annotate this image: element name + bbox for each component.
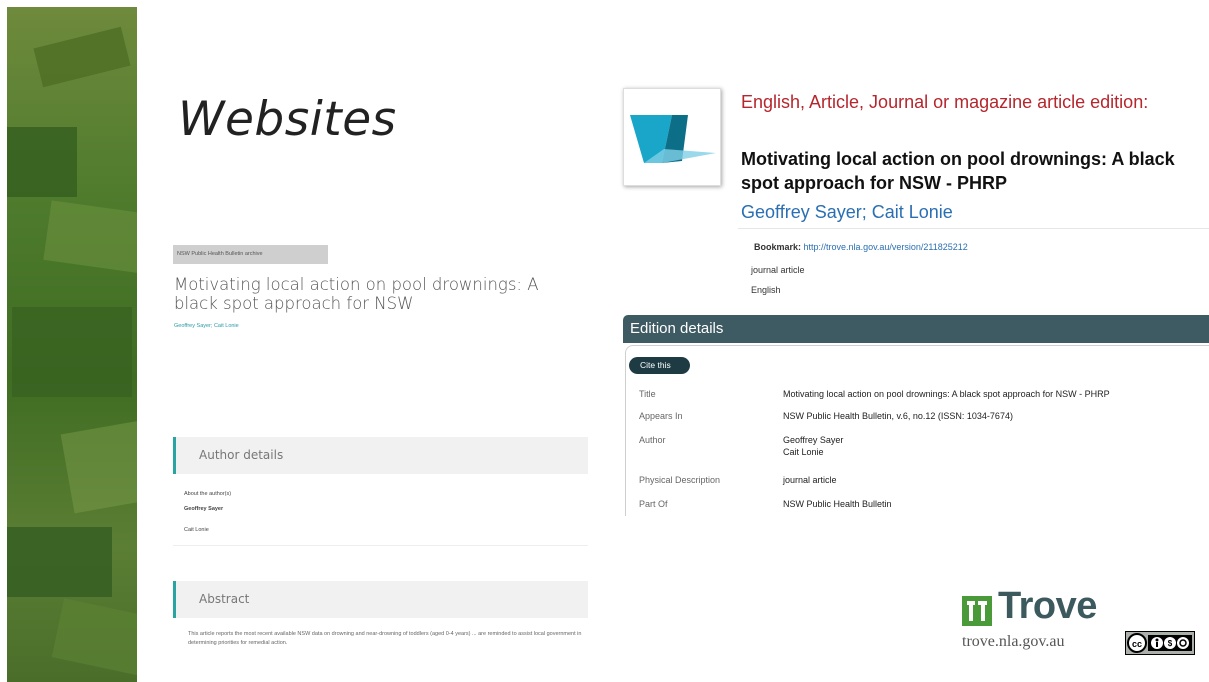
decorative-photo-strip (7, 7, 137, 682)
author-name-1: Geoffrey Sayer (184, 506, 224, 512)
article-format-thumbnail (623, 88, 721, 186)
edition-details-header[interactable]: Edition details (623, 315, 1209, 343)
author-details-heading: Author details (199, 448, 284, 462)
author-name-2: Cait Lonie (184, 527, 209, 533)
article-title: Motivating local action on pool drowning… (174, 275, 539, 313)
detail-label-author: Author (639, 435, 666, 445)
detail-value-physical: journal article (783, 475, 837, 485)
author-details-panel[interactable]: Author details (173, 437, 588, 474)
detail-value-part-of[interactable]: NSW Public Health Bulletin (783, 499, 892, 510)
divider (173, 545, 588, 546)
record-type: journal article (751, 265, 805, 275)
svg-text:$: $ (1168, 639, 1173, 648)
edition-details-heading: Edition details (630, 320, 724, 337)
bookmark-label: Bookmark: (754, 242, 802, 252)
abstract-heading: Abstract (199, 592, 250, 606)
cite-this-button[interactable]: Cite this (629, 357, 690, 374)
record-format-line: English, Article, Journal or magazine ar… (741, 92, 1149, 112)
abstract-panel[interactable]: Abstract (173, 581, 588, 618)
slide-title: Websites (178, 92, 397, 147)
detail-value-appears-in[interactable]: NSW Public Health Bulletin, v.6, no.12 (… (783, 411, 1013, 422)
trove-logo-wordmark: Trove (998, 585, 1097, 627)
record-title: Motivating local action on pool drowning… (741, 149, 1175, 193)
detail-value-title: Motivating local action on pool drowning… (783, 389, 1110, 399)
cc-by-nc-sa-icon: cc $ (1125, 631, 1195, 655)
svg-text:cc: cc (1132, 639, 1142, 649)
article-authors-link[interactable]: Geoffrey Sayer; Cait Lonie (174, 323, 239, 329)
detail-label-appears-in: Appears In (639, 411, 683, 421)
article-icon (630, 115, 716, 163)
edition-details-body (625, 345, 1209, 516)
detail-label-physical: Physical Description (639, 475, 721, 485)
trove-logo-icon (962, 596, 992, 626)
detail-value-author-2[interactable]: Cait Lonie (783, 447, 824, 458)
bookmark-row: Bookmark: http://trove.nla.gov.au/versio… (754, 242, 968, 252)
bookmark-url-link[interactable]: http://trove.nla.gov.au/version/21182521… (804, 242, 968, 252)
record-language: English (751, 285, 781, 295)
about-authors-label: About the author(s) (184, 491, 232, 497)
trove-url: trove.nla.gov.au (962, 633, 1065, 650)
detail-value-author-1[interactable]: Geoffrey Sayer (783, 435, 843, 446)
record-authors-link[interactable]: Geoffrey Sayer; Cait Lonie (741, 202, 953, 223)
abstract-text: This article reports the most recent ava… (188, 631, 582, 646)
divider (738, 228, 1209, 229)
archive-badge[interactable]: NSW Public Health Bulletin archive (173, 245, 328, 264)
detail-label-part-of: Part Of (639, 499, 668, 509)
detail-label-title: Title (639, 389, 656, 399)
